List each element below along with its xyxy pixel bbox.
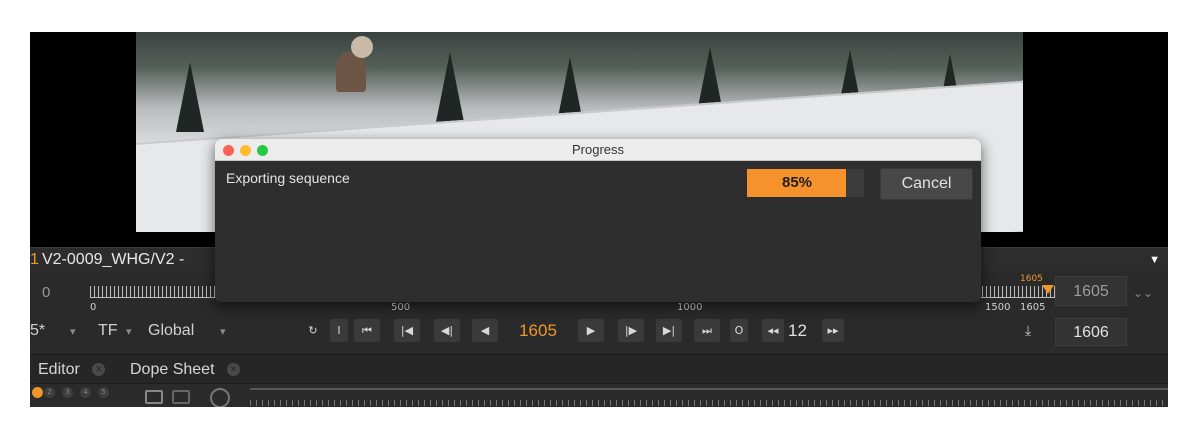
fps-field[interactable]: 12 <box>788 321 807 341</box>
timeline-tick-label: 1000 <box>677 302 703 313</box>
progress-dialog: Progress Exporting sequence 85% Cancel <box>215 139 981 302</box>
image-tree <box>436 52 464 122</box>
timeline-start-value[interactable]: 0 <box>42 284 50 301</box>
layer-dot[interactable] <box>32 387 43 398</box>
decrease-fps-icon[interactable]: ◂◂ <box>762 319 784 342</box>
increase-fps-icon[interactable]: ▸▸ <box>822 319 844 342</box>
record-icon[interactable] <box>210 388 230 407</box>
timeline-tick-label: 1605 <box>1020 302 1046 313</box>
layer-number[interactable]: 5 <box>98 387 109 398</box>
chevron-down-icon[interactable]: ▾ <box>70 325 76 338</box>
transport-bar: 5* ▾ TF ▾ Global ▾ ↻ I ⏮ |◀ ◀| ◀ 1605 ▶ … <box>30 316 1168 348</box>
chevron-down-icon[interactable]: ▾ <box>126 325 132 338</box>
image-figure <box>336 52 366 92</box>
progress-message: Exporting sequence <box>226 170 350 186</box>
viewer-menu-arrow-icon[interactable]: ▼ <box>1149 254 1160 266</box>
tab-editor[interactable]: Editor ✕ <box>30 355 113 385</box>
dialog-titlebar[interactable]: Progress <box>215 139 981 161</box>
previous-keyframe-icon[interactable]: |◀ <box>394 319 420 342</box>
dope-sheet-toolbar: 2 3 4 5 <box>30 384 1168 407</box>
timeline-tick-label: 500 <box>391 302 411 313</box>
progress-bar: 85% <box>747 169 864 197</box>
dope-sheet-divider <box>250 388 1168 390</box>
panel-tab-bar: Editor ✕ Dope Sheet ✕ <box>30 354 1168 384</box>
playback-range-icon[interactable]: ⤓ <box>1025 322 1031 339</box>
expand-down-icon[interactable]: ⌄⌄ <box>1133 286 1153 300</box>
play-backward-icon[interactable]: ◀ <box>472 319 498 342</box>
set-in-button[interactable]: I <box>330 319 348 342</box>
grid-view-icon[interactable] <box>145 390 163 404</box>
timeline-tick-label: 1500 <box>985 302 1011 313</box>
cancel-button[interactable]: Cancel <box>880 168 973 200</box>
layer-number[interactable]: 3 <box>62 387 73 398</box>
tab-label: Dope Sheet <box>130 361 215 378</box>
step-back-icon[interactable]: ◀| <box>434 319 460 342</box>
close-icon[interactable]: ✕ <box>92 363 106 377</box>
image-figure-head <box>351 36 373 58</box>
timeline-tick-label: 0 <box>90 302 97 313</box>
dope-sheet-ruler[interactable] <box>250 400 1168 406</box>
play-forward-icon[interactable]: ▶ <box>578 319 604 342</box>
playhead-cursor[interactable] <box>1042 285 1054 294</box>
progress-percent-label: 85% <box>781 174 813 191</box>
go-to-end-icon[interactable]: ⏭ <box>694 319 720 342</box>
layer-number[interactable]: 4 <box>80 387 91 398</box>
tf-dropdown[interactable]: TF <box>98 322 118 340</box>
tab-dope-sheet[interactable]: Dope Sheet ✕ <box>122 355 248 385</box>
set-out-button[interactable]: O <box>730 319 748 342</box>
out-frame-field[interactable]: 1606 <box>1055 318 1127 346</box>
sequence-name: V2-0009_WHG/V2 - <box>42 251 185 268</box>
chevron-down-icon[interactable]: ▾ <box>220 325 226 338</box>
scope-dropdown[interactable]: Global <box>148 322 194 340</box>
tab-label: Editor <box>38 361 80 378</box>
current-frame-field[interactable]: 1605 <box>510 319 566 343</box>
step-forward-icon[interactable]: |▶ <box>618 319 644 342</box>
layer-number[interactable]: 2 <box>44 387 55 398</box>
image-tree <box>176 62 204 132</box>
playback-mode-value[interactable]: 5* <box>30 322 45 340</box>
next-keyframe-icon[interactable]: ▶| <box>656 319 682 342</box>
dialog-title: Progress <box>571 142 625 157</box>
timeline-end-frame-field[interactable]: 1605 <box>1055 276 1127 306</box>
go-to-start-icon[interactable]: ⏮ <box>354 319 380 342</box>
close-icon[interactable]: ✕ <box>226 363 240 377</box>
timeline-cursor-label: 1605 <box>1020 274 1043 284</box>
viewer-frame-index: 1 <box>30 251 39 268</box>
loop-mode-icon[interactable]: ↻ <box>300 319 326 342</box>
list-view-icon[interactable] <box>172 390 190 404</box>
